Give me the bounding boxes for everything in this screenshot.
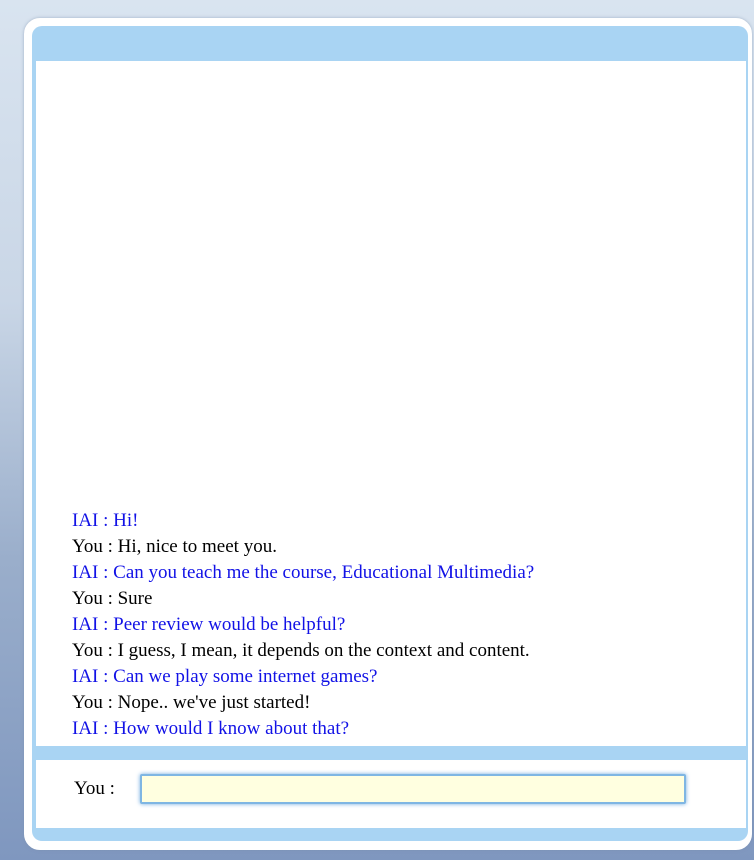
chat-message-bot: IAI : Can we play some internet games?	[72, 666, 378, 687]
chat-message-bot: IAI : Peer review would be helpful?	[72, 614, 346, 635]
chat-input-field[interactable]	[140, 774, 686, 804]
chat-message-user: You : Hi, nice to meet you.	[72, 536, 277, 557]
chat-message-bot: IAI : How would I know about that?	[72, 718, 350, 739]
chat-input-row: You :	[36, 760, 746, 828]
input-separator-bar	[36, 746, 746, 760]
chat-message-bot: IAI : Can you teach me the course, Educa…	[72, 562, 535, 583]
chat-log[interactable]: IAI : Hi! You : Hi, nice to meet you. IA…	[36, 61, 746, 746]
chat-message-bot: IAI : Hi!	[72, 510, 139, 531]
chat-message-user: You : Nope.. we've just started!	[72, 692, 311, 713]
chat-input-label: You :	[74, 778, 115, 799]
chat-message-user: You : Sure	[72, 588, 153, 609]
chat-message-user: You : I guess, I mean, it depends on the…	[72, 640, 530, 661]
